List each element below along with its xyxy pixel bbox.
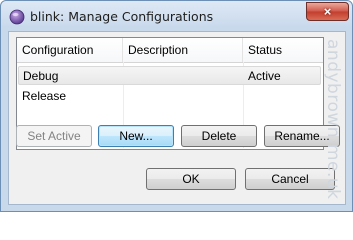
- column-header-configuration[interactable]: Configuration: [17, 38, 123, 62]
- dialog-content: Configuration Description Status Debug A…: [8, 31, 346, 205]
- set-active-button[interactable]: Set Active: [16, 125, 92, 147]
- dialog-window: blink: Manage Configurations × Configura…: [0, 0, 353, 212]
- column-header-status[interactable]: Status: [243, 38, 323, 62]
- watermark-text: andybrown.me.uk: [323, 39, 343, 200]
- cell-status: Active: [248, 69, 281, 83]
- close-icon: ×: [323, 4, 332, 19]
- close-button[interactable]: ×: [306, 2, 349, 21]
- cell-configuration: Debug: [23, 69, 59, 83]
- table-row[interactable]: Debug Active: [18, 66, 321, 85]
- new-button[interactable]: New...: [98, 125, 174, 147]
- cell-description: [124, 67, 244, 86]
- table-row[interactable]: Release: [18, 87, 321, 106]
- app-icon: [9, 9, 25, 25]
- cell-configuration: Release: [22, 89, 67, 103]
- cell-status: [243, 87, 321, 106]
- cell-description: [123, 87, 243, 106]
- delete-button[interactable]: Delete: [181, 125, 257, 147]
- ok-button[interactable]: OK: [146, 168, 236, 190]
- column-header-description[interactable]: Description: [123, 38, 243, 62]
- window-title: blink: Manage Configurations: [30, 9, 214, 24]
- table-header: Configuration Description Status: [17, 38, 323, 63]
- title-bar[interactable]: blink: Manage Configurations ×: [1, 1, 352, 31]
